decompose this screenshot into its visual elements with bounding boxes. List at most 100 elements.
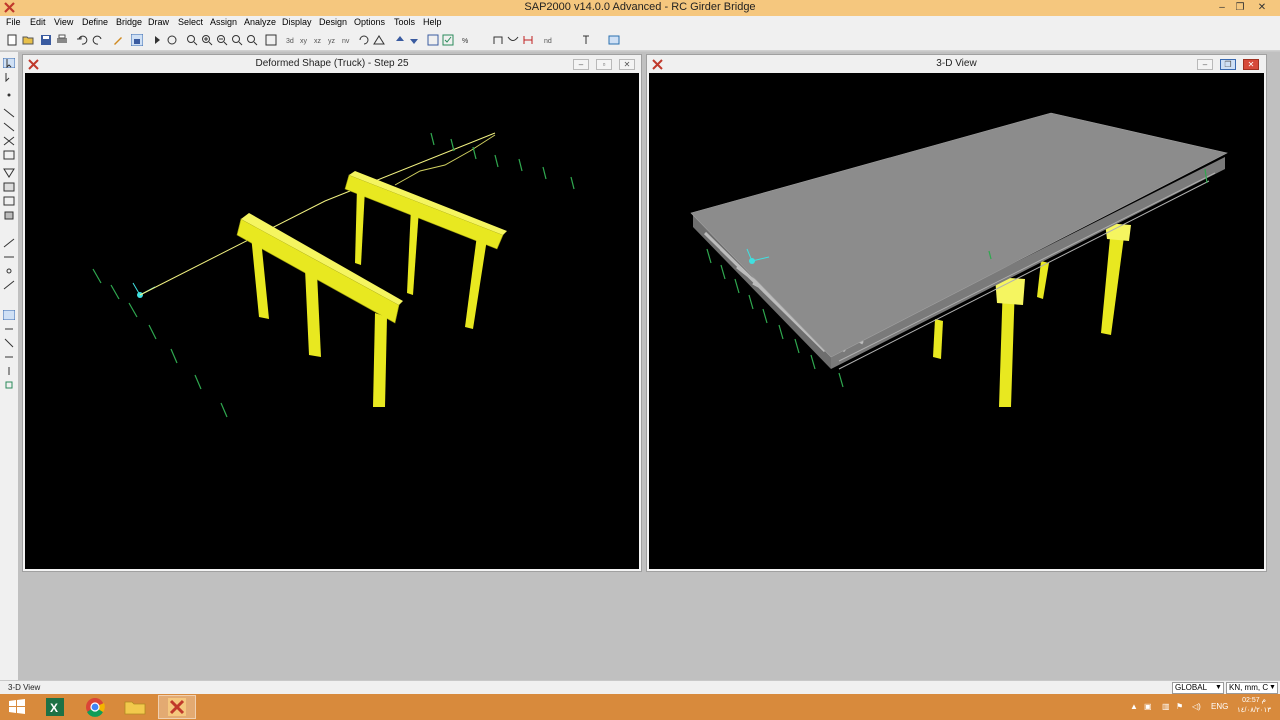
menu-select[interactable]: Select xyxy=(178,17,203,27)
menu-display[interactable]: Display xyxy=(282,17,312,27)
draw-line-icon[interactable] xyxy=(3,108,15,118)
redo-icon[interactable] xyxy=(92,34,104,46)
right-window-close-button[interactable]: ✕ xyxy=(1243,59,1259,70)
excel-icon[interactable]: X xyxy=(36,695,74,719)
zoom-previous-icon[interactable] xyxy=(231,34,243,46)
draw-point-icon[interactable] xyxy=(3,90,15,100)
run-analysis-icon[interactable] xyxy=(151,34,163,46)
snap-ends-icon[interactable] xyxy=(3,380,15,390)
xz-view-icon[interactable]: xz xyxy=(314,34,326,46)
draw-area-icon[interactable] xyxy=(3,168,15,178)
draw-special-icon[interactable]: nd xyxy=(544,34,556,46)
select-previous-icon[interactable] xyxy=(3,324,15,334)
menu-help[interactable]: Help xyxy=(423,17,442,27)
text-icon[interactable] xyxy=(580,34,592,46)
tray-volume-icon[interactable]: ◁) xyxy=(1192,702,1201,711)
move-up-icon[interactable] xyxy=(394,34,406,46)
draw-section-icon[interactable] xyxy=(522,34,534,46)
draw-reference-point-icon[interactable] xyxy=(3,266,15,276)
select-all-icon[interactable] xyxy=(3,310,15,320)
draw-frame-icon[interactable] xyxy=(492,34,504,46)
zoom-window-icon[interactable] xyxy=(186,34,198,46)
refresh-view-icon[interactable] xyxy=(265,34,277,46)
menu-define[interactable]: Define xyxy=(82,17,108,27)
menu-analyze[interactable]: Analyze xyxy=(244,17,276,27)
3d-view-window[interactable]: 3-D View – ❐ ✕ xyxy=(646,54,1267,572)
menu-draw[interactable]: Draw xyxy=(148,17,169,27)
menu-design[interactable]: Design xyxy=(319,17,347,27)
draw-brace-icon[interactable] xyxy=(3,136,15,146)
coord-system-select[interactable]: GLOBAL ▼ xyxy=(1172,682,1224,694)
clear-selection-icon[interactable] xyxy=(3,352,15,362)
left-window-maximize-button[interactable]: ▫ xyxy=(596,59,612,70)
undo-icon[interactable] xyxy=(76,34,88,46)
deformed-shape-viewport[interactable] xyxy=(25,73,639,569)
tray-overflow-icon[interactable]: ▲ xyxy=(1130,702,1138,711)
quick-draw-area-icon[interactable] xyxy=(3,196,15,206)
tray-flag-icon[interactable]: ⚑ xyxy=(1176,702,1183,711)
draw-cable-icon[interactable] xyxy=(507,34,519,46)
snap-points-icon[interactable] xyxy=(3,366,15,376)
menu-edit[interactable]: Edit xyxy=(30,17,46,27)
menu-options[interactable]: Options xyxy=(354,17,385,27)
right-window-minimize-button[interactable]: – xyxy=(1197,59,1213,70)
display-options-icon[interactable] xyxy=(608,34,620,46)
set-display-icon[interactable] xyxy=(442,34,454,46)
rotate-icon[interactable] xyxy=(166,34,178,46)
print-icon[interactable] xyxy=(56,34,68,46)
grid-icon[interactable]: % xyxy=(462,34,474,46)
pan-icon[interactable] xyxy=(246,34,258,46)
restore-button[interactable]: ❐ xyxy=(1230,0,1250,16)
xy-view-icon[interactable]: xy xyxy=(300,34,312,46)
pointer-icon[interactable] xyxy=(3,58,15,68)
draw-rect-area-icon[interactable] xyxy=(3,182,15,192)
deformed-frame-model xyxy=(92,132,575,418)
zoom-out-icon[interactable] xyxy=(216,34,228,46)
left-window-minimize-button[interactable]: – xyxy=(573,59,589,70)
left-window-close-button[interactable]: ✕ xyxy=(619,59,635,70)
menu-tools[interactable]: Tools xyxy=(394,17,415,27)
file-explorer-icon[interactable] xyxy=(116,695,154,719)
draw-tendon-icon[interactable] xyxy=(3,280,15,290)
3d-view-viewport[interactable] xyxy=(649,73,1264,569)
draw-link-icon[interactable] xyxy=(3,150,15,160)
clock[interactable]: 02:57 م ١٤/٠٨/٢٠١٣ xyxy=(1234,696,1274,716)
quick-draw-frame-icon[interactable] xyxy=(3,122,15,132)
move-down-icon[interactable] xyxy=(408,34,420,46)
menu-bridge[interactable]: Bridge xyxy=(116,17,142,27)
rotate-3d-icon[interactable] xyxy=(358,34,370,46)
reshape-icon[interactable] xyxy=(3,72,15,82)
taskbar: X ▲ ▣ ▥ ⚑ ◁) ENG 02:57 م ١٤/٠٨/٢٠١٣ xyxy=(0,694,1280,720)
menu-assign[interactable]: Assign xyxy=(210,17,237,27)
right-window-restore-button[interactable]: ❐ xyxy=(1220,59,1236,70)
tray-device-icon[interactable]: ▣ xyxy=(1144,702,1152,711)
zoom-in-icon[interactable] xyxy=(201,34,213,46)
draw-solid-icon[interactable] xyxy=(3,210,15,220)
draw-dimension-icon[interactable] xyxy=(3,252,15,262)
deformed-shape-titlebar[interactable]: Deformed Shape (Truck) - Step 25 – ▫ ✕ xyxy=(23,55,641,73)
language-indicator[interactable]: ENG xyxy=(1211,702,1228,711)
tray-network-icon[interactable]: ▥ xyxy=(1162,702,1170,711)
sap2000-task-button[interactable] xyxy=(158,695,196,719)
close-button[interactable]: ✕ xyxy=(1252,0,1272,16)
menu-view[interactable]: View xyxy=(54,17,73,27)
object-shrink-icon[interactable] xyxy=(427,34,439,46)
chrome-icon[interactable] xyxy=(76,695,114,719)
3d-view-icon[interactable]: 3d xyxy=(286,34,298,46)
select-intersecting-icon[interactable] xyxy=(3,338,15,348)
3d-view-titlebar[interactable]: 3-D View – ❐ ✕ xyxy=(647,55,1266,73)
menu-file[interactable]: File xyxy=(6,17,21,27)
yz-view-icon[interactable]: yz xyxy=(328,34,340,46)
minimize-button[interactable]: – xyxy=(1212,0,1232,16)
deformed-shape-window[interactable]: Deformed Shape (Truck) - Step 25 – ▫ ✕ xyxy=(22,54,642,572)
draw-section-cut-icon[interactable] xyxy=(3,238,15,248)
open-folder-icon[interactable] xyxy=(22,34,34,46)
lock-icon[interactable] xyxy=(131,34,143,46)
save-icon[interactable] xyxy=(40,34,52,46)
units-select[interactable]: KN, mm, C ▼ xyxy=(1226,682,1278,694)
new-file-icon[interactable] xyxy=(6,34,18,46)
perspective-icon[interactable] xyxy=(373,34,385,46)
start-icon[interactable] xyxy=(0,695,34,719)
pencil-icon[interactable] xyxy=(112,34,124,46)
nv-view-icon[interactable]: nv xyxy=(342,34,354,46)
